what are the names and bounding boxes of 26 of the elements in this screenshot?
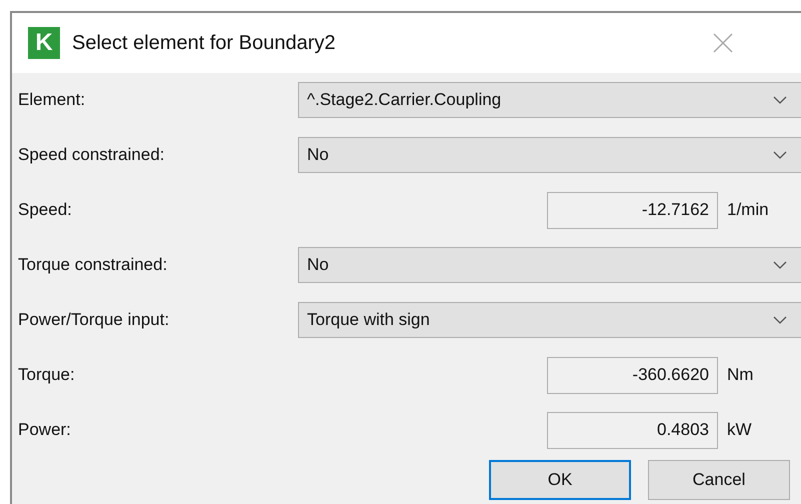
unit-label: kW	[727, 419, 752, 442]
dropdown[interactable]: Torque with sign	[298, 302, 801, 338]
chevron-icon	[773, 316, 787, 324]
number-field[interactable]: -12.7162	[547, 192, 718, 228]
field-label: Speed:	[17, 199, 73, 222]
dropdown[interactable]: No	[298, 137, 801, 173]
dialog-button[interactable]: Cancel	[648, 460, 790, 500]
unit-label: 1/min	[727, 199, 769, 222]
dropdown[interactable]: No	[298, 247, 801, 283]
unit-label: Nm	[727, 364, 754, 386]
dropdown[interactable]: ^.Stage2.Carrier.Coupling	[298, 82, 801, 118]
chevron-icon	[773, 151, 787, 159]
window-title: Select element for Boundary2	[72, 31, 336, 56]
field-label: Power:	[17, 419, 72, 442]
field-label: Speed constrained:	[17, 144, 166, 166]
number-field[interactable]: 0.4803	[547, 412, 718, 448]
chevron-icon	[773, 261, 787, 269]
number-field[interactable]: -360.6620	[547, 356, 718, 394]
field-label: Torque constrained:	[17, 254, 168, 276]
close-icon[interactable]	[712, 32, 734, 54]
field-label: Torque:	[17, 364, 76, 386]
field-label: Element:	[17, 89, 86, 112]
field-label: Power/Torque input:	[17, 309, 170, 332]
dialog-button[interactable]: OK	[489, 460, 631, 500]
app-icon: K	[28, 27, 60, 59]
chevron-icon	[773, 96, 787, 104]
